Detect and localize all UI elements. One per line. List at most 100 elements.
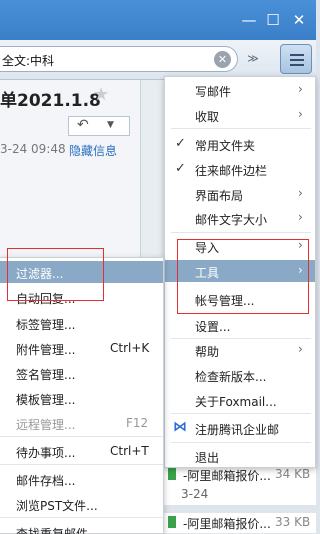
mail-date: 3-24 09:48 [0, 142, 66, 156]
menu-separator [171, 442, 311, 443]
list-item[interactable]: -阿里邮箱报价... 33 KB [164, 513, 316, 533]
mail-subject: 单2021.1.8 [0, 91, 101, 111]
maximize-icon[interactable]: ☐ [262, 10, 284, 30]
menu-separator [171, 232, 311, 233]
menu-item-label: 常用文件夹 [195, 139, 256, 153]
chevron-right-icon: › [298, 263, 303, 277]
menu-item-label: 收取 [195, 110, 220, 124]
shortcut-label: F12 [126, 416, 149, 430]
menu-item-label: 检查新版本... [195, 370, 267, 384]
menu-item-common-folders[interactable]: ✓ 常用文件夹 [165, 133, 315, 155]
submenu-item-label: 过滤器... [16, 267, 64, 281]
menu-icon [290, 54, 304, 56]
main-menu-button[interactable] [280, 44, 312, 74]
submenu-item-label: 邮件存档... [16, 474, 76, 488]
main-dropdown-menu: 写邮件 › 收取 › ✓ 常用文件夹 ✓ 往来邮件边栏 界面布局 › 邮件文字大… [164, 76, 316, 468]
submenu-item-label: 自动回复... [16, 292, 76, 306]
menu-separator [171, 413, 311, 414]
search-options-icon[interactable]: ≫ [243, 48, 263, 70]
submenu-item-signatures[interactable]: 签名管理... [0, 362, 163, 384]
menu-item-tools[interactable]: 工具 › [165, 260, 315, 282]
menu-item-check-update[interactable]: 检查新版本... [165, 364, 315, 386]
submenu-item-archive[interactable]: 邮件存档... [0, 468, 163, 490]
menu-item-label: 邮件文字大小 [195, 213, 268, 227]
submenu-item-label: 待办事项... [16, 446, 76, 460]
menu-item-about[interactable]: 关于Foxmail... [165, 389, 315, 411]
menu-item-contact-sidebar[interactable]: ✓ 往来邮件边栏 [165, 158, 315, 180]
attachment-icon [168, 468, 176, 480]
clear-search-icon[interactable]: ✕ [214, 51, 231, 68]
menu-separator [0, 517, 163, 518]
menu-item-label: 注册腾讯企业邮 [195, 423, 280, 437]
menu-separator [0, 464, 163, 465]
submenu-item-todo[interactable]: 待办事项... Ctrl+T [0, 440, 163, 462]
menu-separator [171, 128, 311, 129]
menu-item-label: 写邮件 [195, 85, 232, 99]
list-item-date: 3-24 [164, 485, 316, 505]
menu-item-layout[interactable]: 界面布局 › [165, 183, 315, 205]
menu-item-import[interactable]: 导入 › [165, 235, 315, 257]
reply-toolbar: ↶ ▼ [68, 116, 130, 136]
submenu-item-label: 远程管理... [16, 418, 76, 432]
menu-item-register-exmail[interactable]: ⋈ 注册腾讯企业邮 [165, 417, 315, 439]
toolbar: 全文:中科 ✕ ≫ [0, 40, 316, 80]
menu-item-text-size[interactable]: 邮件文字大小 › [165, 207, 315, 229]
submenu-item-label: 标签管理... [16, 318, 76, 332]
menu-item-receive[interactable]: 收取 › [165, 104, 315, 126]
shortcut-label: Ctrl+T [110, 444, 149, 458]
menu-item-compose[interactable]: 写邮件 › [165, 79, 315, 101]
menu-separator [0, 436, 163, 437]
list-item-size: 33 KB [275, 515, 311, 529]
submenu-item-label: 附件管理... [16, 343, 76, 357]
star-icon[interactable]: ★ [93, 84, 109, 105]
chevron-right-icon: › [298, 82, 303, 96]
check-icon: ✓ [175, 136, 186, 151]
shortcut-label: Ctrl+K [110, 341, 150, 355]
chevron-right-icon: › [298, 210, 303, 224]
list-item[interactable]: -阿里邮箱报价... 34 KB [164, 465, 316, 485]
menu-item-label: 工具 [195, 266, 220, 280]
submenu-item-label: 签名管理... [16, 368, 76, 382]
search-input[interactable]: 全文:中科 ✕ [0, 46, 238, 72]
submenu-item-attachments[interactable]: 附件管理... Ctrl+K [0, 337, 163, 359]
submenu-item-filters[interactable]: 过滤器... [0, 261, 163, 283]
submenu-item-label: 模板管理... [16, 393, 76, 407]
menu-item-label: 往来邮件边栏 [195, 164, 268, 178]
submenu-item-find-duplicates[interactable]: 查找重复邮件 [0, 521, 163, 534]
menu-item-label: 导入 [195, 241, 220, 255]
menu-item-settings[interactable]: 设置... [165, 314, 315, 336]
menu-item-label: 界面布局 [195, 189, 244, 203]
chevron-right-icon: › [298, 107, 303, 121]
close-icon[interactable]: ✕ [288, 10, 310, 30]
reply-icon[interactable]: ↶ [77, 117, 89, 133]
submenu-item-templates[interactable]: 模板管理... [0, 387, 163, 409]
menu-item-label: 退出 [195, 451, 220, 465]
menu-item-help[interactable]: 帮助 › [165, 339, 315, 361]
list-item-size: 34 KB [275, 467, 311, 481]
menu-item-label: 帐号管理... [195, 294, 255, 308]
list-item-subject: -阿里邮箱报价... [183, 517, 271, 531]
submenu-item-label: 浏览PST文件... [16, 499, 98, 513]
menu-item-label: 帮助 [195, 345, 220, 359]
submenu-item-auto-reply[interactable]: 自动回复... [0, 286, 163, 308]
menu-item-label: 设置... [195, 320, 231, 334]
chevron-down-icon[interactable]: ▼ [107, 120, 114, 130]
minimize-icon[interactable]: — [238, 10, 260, 30]
menu-item-exit[interactable]: 退出 [165, 445, 315, 467]
chevron-right-icon: › [298, 238, 303, 252]
hide-info-link[interactable]: 隐藏信息 [69, 142, 117, 159]
check-icon: ✓ [175, 161, 186, 176]
menu-icon-bar [290, 59, 304, 61]
menu-item-label: 关于Foxmail... [195, 395, 277, 409]
chevron-right-icon: › [298, 186, 303, 200]
submenu-item-tags[interactable]: 标签管理... [0, 312, 163, 334]
title-bar: — ☐ ✕ [0, 0, 316, 40]
menu-icon-bar [290, 64, 304, 66]
tencent-exmail-icon: ⋈ [173, 419, 187, 435]
menu-item-account-manage[interactable]: 帐号管理... [165, 288, 315, 310]
submenu-item-browse-pst[interactable]: 浏览PST文件... [0, 493, 163, 515]
submenu-item-remote-manage: 远程管理... F12 [0, 412, 163, 434]
list-item-subject: -阿里邮箱报价... [183, 469, 271, 483]
chevron-right-icon: › [298, 342, 303, 356]
search-query-text: 全文:中科 [2, 54, 55, 68]
